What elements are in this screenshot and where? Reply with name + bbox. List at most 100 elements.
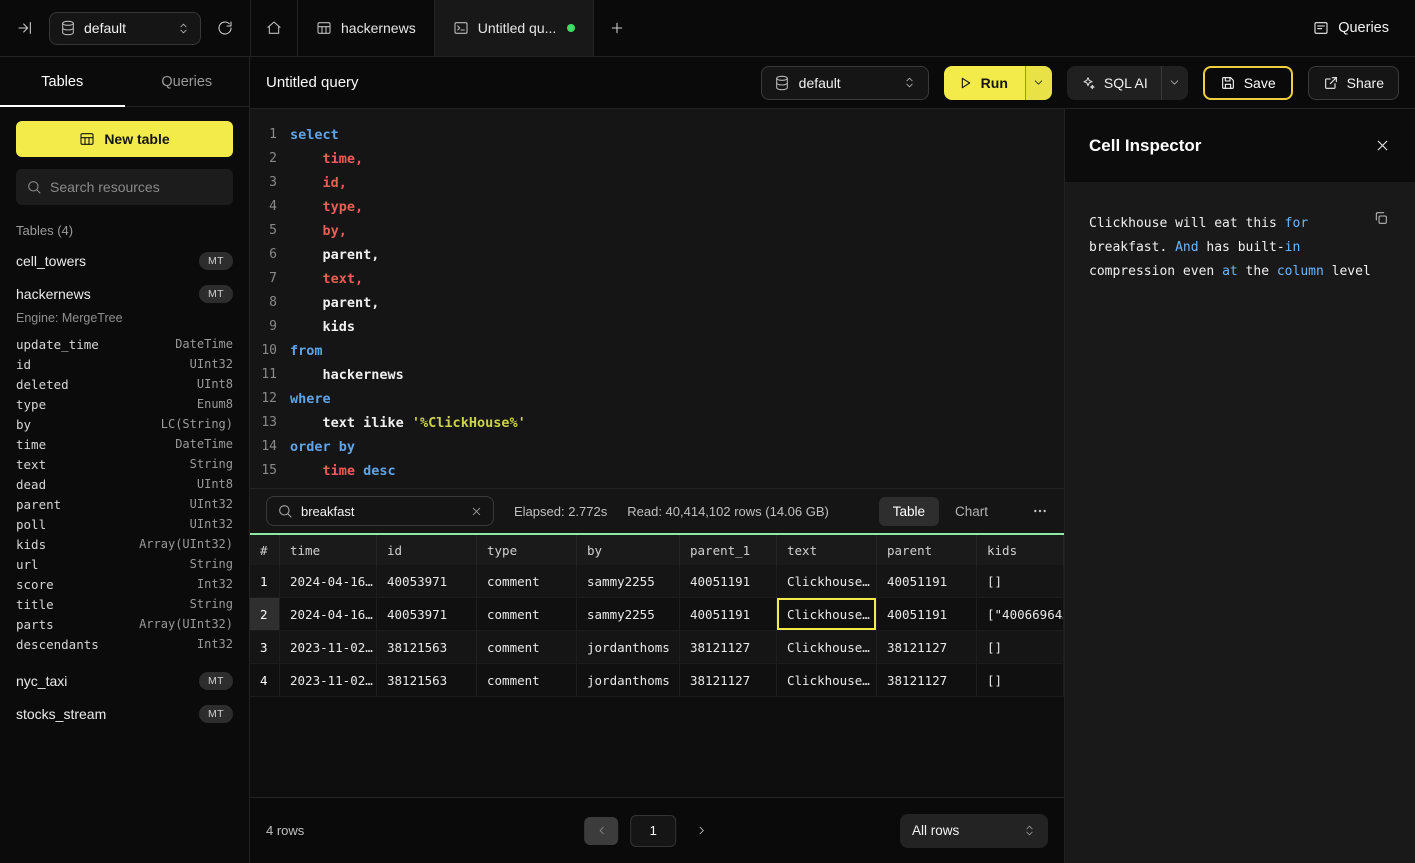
column-header[interactable]: type bbox=[477, 535, 577, 565]
sidebar-tab-tables[interactable]: Tables bbox=[0, 57, 125, 106]
sql-editor[interactable]: 1select2 time,3 id,4 type,5 by,6 parent,… bbox=[250, 109, 1064, 489]
table-cell[interactable]: 2024-04-16… bbox=[280, 598, 377, 630]
table-cell[interactable]: 2023-11-02… bbox=[280, 631, 377, 663]
table-cell[interactable]: comment bbox=[477, 598, 577, 630]
code-line[interactable]: 15 time desc bbox=[250, 459, 1064, 483]
results-more-button[interactable] bbox=[1032, 503, 1048, 519]
next-page-button[interactable] bbox=[688, 824, 714, 837]
table-cell[interactable]: Clickhouse… bbox=[777, 631, 877, 663]
table-cell[interactable]: 2023-11-02… bbox=[280, 664, 377, 696]
table-cell[interactable]: [] bbox=[977, 565, 1064, 597]
table-row[interactable]: stocks_streamMT bbox=[16, 697, 233, 730]
table-cell[interactable]: 4 bbox=[250, 664, 280, 696]
table-row[interactable]: 42023-11-02…38121563commentjordanthoms38… bbox=[250, 664, 1064, 697]
tab-hackernews[interactable]: hackernews bbox=[298, 0, 435, 56]
view-chart-toggle[interactable]: Chart bbox=[941, 497, 1002, 526]
search-resources-input[interactable] bbox=[50, 179, 223, 195]
table-cell[interactable]: [] bbox=[977, 664, 1064, 696]
code-line[interactable]: 4 type, bbox=[250, 195, 1064, 219]
share-button[interactable]: Share bbox=[1308, 66, 1399, 100]
table-row[interactable]: nyc_taxiMT bbox=[16, 664, 233, 697]
code-line[interactable]: 13 text ilike '%ClickHouse%' bbox=[250, 411, 1064, 435]
table-cell[interactable]: 38121127 bbox=[680, 631, 777, 663]
table-row[interactable]: 32023-11-02…38121563commentjordanthoms38… bbox=[250, 631, 1064, 664]
table-cell[interactable]: comment bbox=[477, 565, 577, 597]
column-header[interactable]: parent bbox=[877, 535, 977, 565]
code-line[interactable]: 7 text, bbox=[250, 267, 1064, 291]
table-row[interactable]: 12024-04-16…40053971commentsammy22554005… bbox=[250, 565, 1064, 598]
previous-page-button[interactable] bbox=[584, 817, 618, 845]
page-number-input[interactable] bbox=[630, 815, 676, 847]
table-cell[interactable]: 40051191 bbox=[680, 598, 777, 630]
view-table-toggle[interactable]: Table bbox=[879, 497, 939, 526]
topbar-database-selector[interactable]: default bbox=[49, 12, 201, 45]
sidebar-tab-queries[interactable]: Queries bbox=[125, 57, 250, 106]
copy-cell-button[interactable] bbox=[1373, 210, 1389, 226]
queries-button[interactable]: Queries bbox=[1313, 20, 1389, 36]
table-row[interactable]: 22024-04-16…40053971commentsammy22554005… bbox=[250, 598, 1064, 631]
table-cell[interactable]: 40051191 bbox=[877, 598, 977, 630]
code-line[interactable]: 12where bbox=[250, 387, 1064, 411]
table-cell[interactable]: [] bbox=[977, 631, 1064, 663]
table-cell[interactable]: Clickhouse… bbox=[777, 598, 877, 630]
table-cell[interactable]: 3 bbox=[250, 631, 280, 663]
table-cell[interactable]: ["40066964… bbox=[977, 598, 1064, 630]
run-options-button[interactable] bbox=[1025, 66, 1052, 100]
table-cell[interactable]: 1 bbox=[250, 565, 280, 597]
code-line[interactable]: 3 id, bbox=[250, 171, 1064, 195]
tab-untitled-query[interactable]: Untitled qu... bbox=[435, 0, 595, 56]
code-line[interactable]: 8 parent, bbox=[250, 291, 1064, 315]
run-button[interactable]: Run bbox=[944, 66, 1025, 100]
sql-ai-button[interactable]: SQL AI bbox=[1067, 66, 1161, 100]
table-cell[interactable]: comment bbox=[477, 631, 577, 663]
code-line[interactable]: 9 kids bbox=[250, 315, 1064, 339]
table-cell[interactable]: 2 bbox=[250, 598, 280, 630]
clear-filter-button[interactable] bbox=[470, 505, 483, 518]
table-cell[interactable]: sammy2255 bbox=[577, 598, 680, 630]
column-header[interactable]: kids bbox=[977, 535, 1064, 565]
code-line[interactable]: 11 hackernews bbox=[250, 363, 1064, 387]
column-header[interactable]: time bbox=[280, 535, 377, 565]
column-header[interactable]: id bbox=[377, 535, 477, 565]
table-cell[interactable]: 40053971 bbox=[377, 565, 477, 597]
column-header[interactable]: by bbox=[577, 535, 680, 565]
save-button[interactable]: Save bbox=[1203, 66, 1293, 100]
results-filter-input[interactable] bbox=[301, 504, 462, 519]
table-row[interactable]: cell_towersMT bbox=[16, 244, 233, 277]
column-header[interactable]: parent_1 bbox=[680, 535, 777, 565]
table-cell[interactable]: 40053971 bbox=[377, 598, 477, 630]
page-size-selector[interactable]: All rows bbox=[900, 814, 1048, 848]
unsaved-indicator-dot bbox=[567, 24, 575, 32]
table-cell[interactable]: 38121127 bbox=[877, 631, 977, 663]
code-line[interactable]: 1select bbox=[250, 123, 1064, 147]
code-line[interactable]: 2 time, bbox=[250, 147, 1064, 171]
new-table-button[interactable]: New table bbox=[16, 121, 233, 157]
table-cell[interactable]: 38121127 bbox=[680, 664, 777, 696]
table-cell[interactable]: 40051191 bbox=[680, 565, 777, 597]
refresh-button[interactable] bbox=[213, 16, 237, 40]
table-cell[interactable]: comment bbox=[477, 664, 577, 696]
table-cell[interactable]: 2024-04-16… bbox=[280, 565, 377, 597]
table-cell[interactable]: Clickhouse… bbox=[777, 565, 877, 597]
code-line[interactable]: 10from bbox=[250, 339, 1064, 363]
table-cell[interactable]: 38121563 bbox=[377, 664, 477, 696]
code-line[interactable]: 14order by bbox=[250, 435, 1064, 459]
table-cell[interactable]: jordanthoms bbox=[577, 664, 680, 696]
table-cell[interactable]: Clickhouse… bbox=[777, 664, 877, 696]
table-cell[interactable]: 38121563 bbox=[377, 631, 477, 663]
table-row[interactable]: hackernewsMT bbox=[16, 277, 233, 310]
code-line[interactable]: 5 by, bbox=[250, 219, 1064, 243]
table-cell[interactable]: sammy2255 bbox=[577, 565, 680, 597]
collapse-sidebar-button[interactable] bbox=[13, 16, 37, 40]
table-cell[interactable]: jordanthoms bbox=[577, 631, 680, 663]
table-cell[interactable]: 38121127 bbox=[877, 664, 977, 696]
query-database-selector[interactable]: default bbox=[761, 66, 929, 100]
table-cell[interactable]: 40051191 bbox=[877, 565, 977, 597]
column-header[interactable]: # bbox=[250, 535, 280, 565]
close-inspector-button[interactable] bbox=[1374, 137, 1391, 154]
sql-ai-options-button[interactable] bbox=[1161, 66, 1188, 100]
code-line[interactable]: 6 parent, bbox=[250, 243, 1064, 267]
new-tab-button[interactable] bbox=[594, 0, 640, 56]
column-header[interactable]: text bbox=[777, 535, 877, 565]
tab-home[interactable] bbox=[250, 0, 298, 56]
